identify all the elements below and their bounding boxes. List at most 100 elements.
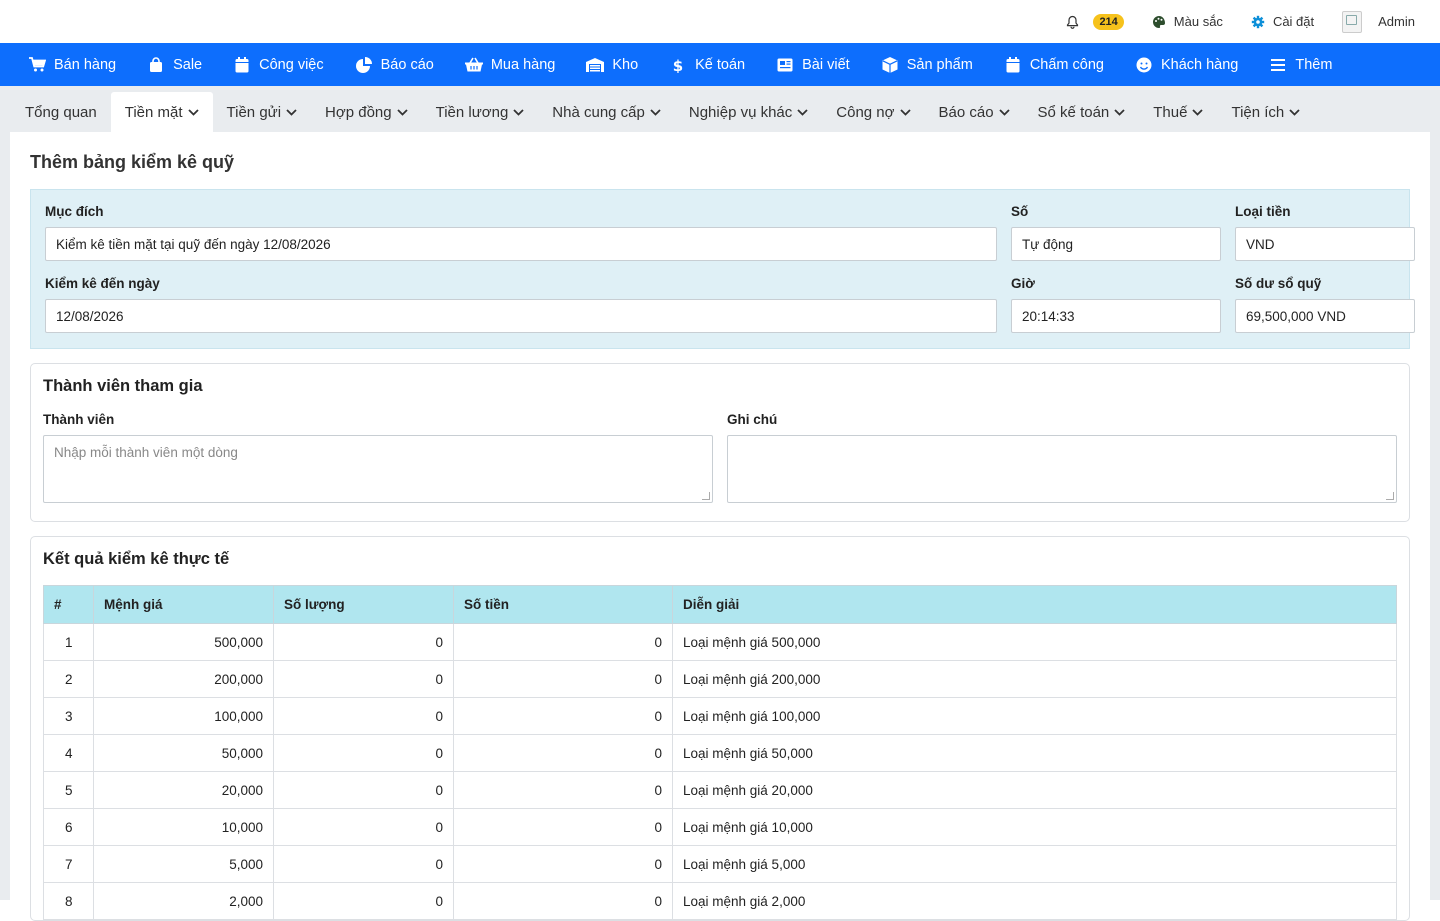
description-cell[interactable]: Loại mệnh giá 2,000	[672, 882, 1397, 920]
notification-button[interactable]: 214	[1066, 13, 1124, 30]
tab-hop-dong[interactable]: Hợp đồng	[311, 92, 422, 132]
nav-label: Thêm	[1295, 56, 1333, 73]
nav-cham-cong[interactable]: Chấm công	[1004, 56, 1104, 74]
description-cell[interactable]: Loại mệnh giá 10,000	[672, 808, 1397, 846]
description-cell[interactable]: Loại mệnh giá 50,000	[672, 734, 1397, 772]
table-row: 4 50,000 0 0 Loại mệnh giá 50,000	[43, 734, 1397, 772]
user-menu[interactable]: Admin	[1342, 10, 1415, 33]
nav-label: Mua hàng	[490, 56, 556, 73]
color-theme-button[interactable]: Màu sắc	[1152, 14, 1223, 29]
cart-icon	[28, 56, 46, 74]
tab-nghiep-vu-khac[interactable]: Nghiệp vụ khác	[675, 92, 822, 132]
row-index: 4	[43, 734, 94, 772]
time-input[interactable]: 20:14:33	[1011, 299, 1221, 333]
tab-so-ke-toan[interactable]: Sổ kế toán	[1024, 92, 1140, 132]
quantity-cell[interactable]: 0	[273, 808, 454, 846]
table-row: 2 200,000 0 0 Loại mệnh giá 200,000	[43, 660, 1397, 698]
nav-bai-viet[interactable]: Bài viết	[776, 56, 850, 74]
newspaper-icon	[776, 56, 794, 74]
nav-label: Báo cáo	[380, 56, 434, 73]
currency-label: Loại tiền	[1235, 204, 1291, 219]
nav-them[interactable]: Thêm	[1269, 56, 1332, 74]
tab-thue[interactable]: Thuế	[1139, 92, 1217, 132]
amount-cell: 0	[453, 697, 673, 735]
table-row: 6 10,000 0 0 Loại mệnh giá 10,000	[43, 808, 1397, 846]
amount-cell: 0	[453, 808, 673, 846]
quantity-cell[interactable]: 0	[273, 771, 454, 809]
description-cell[interactable]: Loại mệnh giá 5,000	[672, 845, 1397, 883]
denomination-cell: 20,000	[93, 771, 274, 809]
currency-input[interactable]: VND	[1235, 227, 1415, 261]
denomination-cell: 200,000	[93, 660, 274, 698]
quantity-cell[interactable]: 0	[273, 882, 454, 920]
tab-label: Nhà cung cấp	[552, 103, 645, 121]
chevron-down-icon	[1192, 108, 1204, 116]
chevron-down-icon	[187, 108, 199, 116]
description-cell[interactable]: Loại mệnh giá 500,000	[672, 623, 1397, 661]
calendar-icon	[233, 56, 251, 74]
user-name: Admin	[1378, 14, 1415, 29]
nav-san-pham[interactable]: Sản phẩm	[881, 56, 973, 74]
nav-ke-toan[interactable]: $ Kế toán	[669, 56, 745, 74]
members-title: Thành viên tham gia	[43, 377, 203, 395]
tab-cong-no[interactable]: Công nợ	[822, 92, 924, 132]
description-cell[interactable]: Loại mệnh giá 20,000	[672, 771, 1397, 809]
quantity-cell[interactable]: 0	[273, 660, 454, 698]
bell-icon	[1067, 15, 1079, 29]
denomination-cell: 50,000	[93, 734, 274, 772]
row-index: 3	[43, 697, 94, 735]
time-label: Giờ	[1011, 276, 1035, 291]
quantity-cell[interactable]: 0	[273, 697, 454, 735]
nav-label: Sale	[173, 56, 203, 73]
tab-label: Báo cáo	[938, 103, 994, 121]
number-input[interactable]: Tự động	[1011, 227, 1221, 261]
purpose-field: Mục đích Kiểm kê tiền mặt tại quỹ đến ng…	[45, 204, 997, 261]
currency-field: Loại tiền VND	[1235, 204, 1415, 261]
table-row: 5 20,000 0 0 Loại mệnh giá 20,000	[43, 771, 1397, 809]
results-card: Kết quả kiểm kê thực tế # Mệnh giá Số lư…	[30, 536, 1410, 921]
description-cell[interactable]: Loại mệnh giá 200,000	[672, 660, 1397, 698]
color-theme-label: Màu sắc	[1173, 14, 1223, 29]
nav-kho[interactable]: Kho	[586, 56, 638, 74]
denomination-cell: 10,000	[93, 808, 274, 846]
sub-nav: Tổng quan Tiền mặt Tiền gửi Hợp đồng Tiề…	[0, 86, 1440, 132]
quantity-cell[interactable]: 0	[273, 845, 454, 883]
nav-ban-hang[interactable]: Bán hàng	[28, 56, 116, 74]
tab-label: Tổng quan	[25, 103, 97, 121]
tab-bao-cao[interactable]: Báo cáo	[925, 92, 1024, 132]
tab-label: Tiền mặt	[124, 103, 183, 121]
quantity-cell[interactable]: 0	[273, 734, 454, 772]
col-index: #	[43, 585, 94, 624]
tab-label: Công nợ	[836, 103, 895, 121]
tab-tien-gui[interactable]: Tiền gửi	[213, 92, 312, 132]
amount-cell: 0	[453, 845, 673, 883]
chevron-down-icon	[396, 108, 408, 116]
nav-sale[interactable]: Sale	[147, 56, 202, 74]
nav-bao-cao[interactable]: Báo cáo	[355, 56, 434, 74]
box-icon	[881, 56, 899, 74]
note-textarea[interactable]	[727, 435, 1397, 503]
nav-mua-hang[interactable]: Mua hàng	[464, 56, 556, 74]
chevron-down-icon	[797, 108, 808, 116]
tab-tong-quan[interactable]: Tổng quan	[11, 92, 111, 132]
chevron-down-icon	[1289, 108, 1300, 116]
nav-label: Công việc	[259, 56, 324, 73]
member-textarea[interactable]: Nhập mỗi thành viên một dòng	[43, 435, 713, 503]
gear-icon	[1251, 15, 1265, 28]
results-table: # Mệnh giá Số lượng Số tiền Diễn giải 15…	[43, 585, 1397, 920]
balance-label: Số dư sổ quỹ	[1235, 276, 1322, 291]
settings-button[interactable]: Cài đặt	[1251, 14, 1314, 29]
tab-nha-cung-cap[interactable]: Nhà cung cấp	[538, 92, 675, 132]
balance-input[interactable]: 69,500,000 VND	[1235, 299, 1415, 333]
tab-tien-ich[interactable]: Tiện ích	[1217, 92, 1314, 132]
amount-cell: 0	[453, 734, 673, 772]
amount-cell: 0	[453, 771, 673, 809]
quantity-cell[interactable]: 0	[273, 623, 454, 661]
tab-tien-luong[interactable]: Tiền lương	[422, 92, 539, 132]
nav-khach-hang[interactable]: Khách hàng	[1135, 56, 1238, 74]
date-input[interactable]: 12/08/2026	[45, 299, 997, 333]
nav-cong-viec[interactable]: Công việc	[233, 56, 324, 74]
purpose-input[interactable]: Kiểm kê tiền mặt tại quỹ đến ngày 12/08/…	[45, 227, 997, 261]
description-cell[interactable]: Loại mệnh giá 100,000	[672, 697, 1397, 735]
tab-tien-mat[interactable]: Tiền mặt	[110, 92, 213, 132]
